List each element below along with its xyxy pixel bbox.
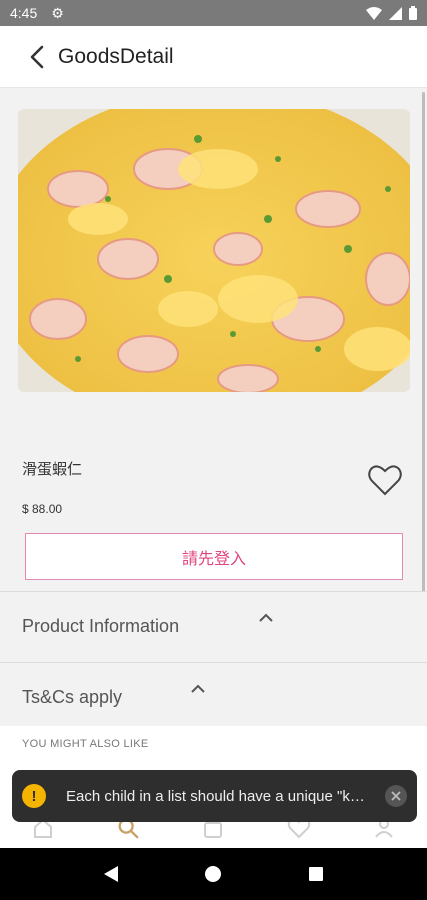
chevron-up-icon: [259, 613, 273, 622]
heart-icon: [368, 465, 402, 496]
back-button[interactable]: [22, 37, 52, 77]
app-bar: GoodsDetail: [0, 26, 427, 88]
chevron-left-icon: [30, 45, 44, 68]
goods-detail-content[interactable]: 滑蛋蝦仁 $ 88.00 請先登入 Product Information Ts…: [0, 88, 427, 774]
back-icon[interactable]: [103, 865, 119, 883]
close-icon: [391, 791, 401, 801]
chevron-up-icon: [191, 684, 205, 693]
gear-icon: ⚙: [51, 5, 64, 21]
system-navigation-bar: [0, 848, 427, 900]
product-information-section[interactable]: Product Information: [0, 591, 427, 661]
product-image: [18, 109, 410, 392]
status-bar: 4:45 ⚙: [0, 0, 427, 26]
signal-icon: [389, 6, 402, 20]
section-label: Product Information: [22, 616, 180, 636]
terms-section[interactable]: Ts&Cs apply: [0, 662, 427, 732]
toast-message: Each child in a list should have a uniqu…: [66, 787, 366, 805]
status-time: 4:45: [10, 5, 38, 21]
close-toast-button[interactable]: [385, 785, 407, 807]
product-name: 滑蛋蝦仁: [22, 461, 83, 478]
battery-icon: [409, 6, 417, 20]
scrollbar[interactable]: [422, 92, 425, 592]
status-icons: [366, 6, 417, 20]
page-title: GoodsDetail: [58, 44, 174, 68]
home-icon[interactable]: [204, 865, 222, 883]
warning-toast[interactable]: ! Each child in a list should have a uni…: [12, 770, 417, 822]
wifi-icon: [366, 6, 382, 20]
login-button[interactable]: 請先登入: [25, 533, 403, 580]
section-label: Ts&Cs apply: [22, 687, 123, 707]
similar-products-header: YOU MIGHT ALSO LIKE: [0, 726, 427, 760]
recents-icon[interactable]: [308, 866, 324, 882]
favorite-button[interactable]: [365, 460, 405, 500]
warning-icon: !: [22, 784, 46, 808]
product-price: $ 88.00: [22, 502, 63, 516]
similar-label: YOU MIGHT ALSO LIKE: [22, 738, 149, 750]
